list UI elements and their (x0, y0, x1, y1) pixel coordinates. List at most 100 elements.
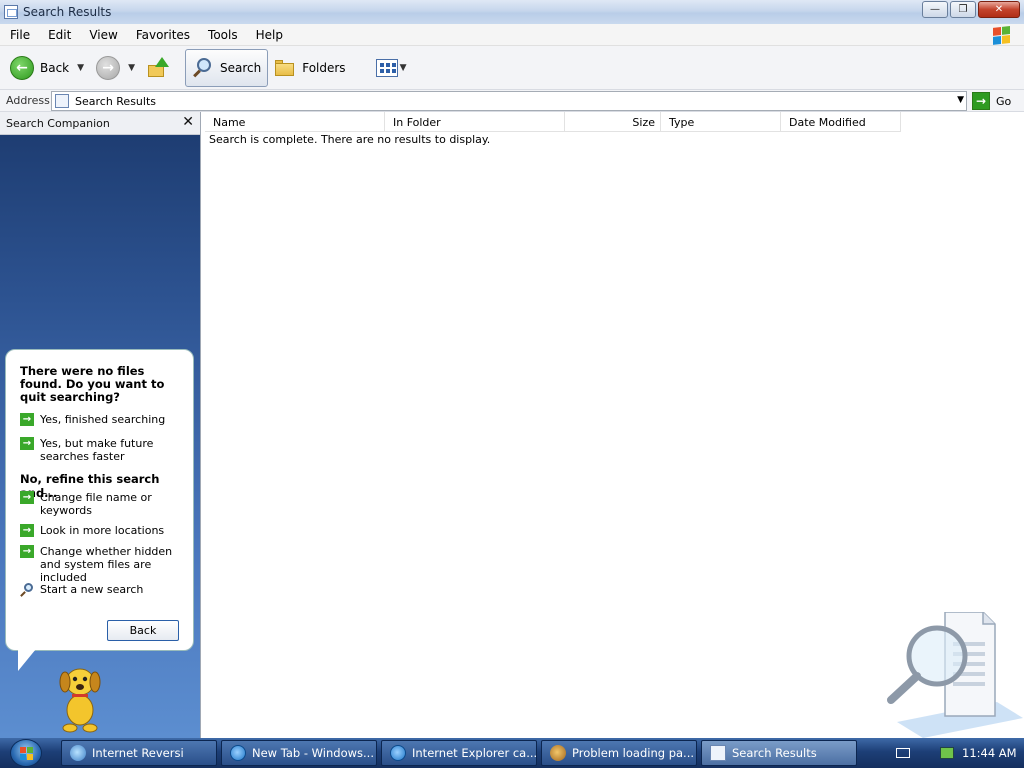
option-label: Change whether hidden and system files a… (40, 545, 173, 584)
green-arrow-icon: → (20, 491, 34, 504)
search-document-watermark-icon (887, 612, 1023, 738)
keyboard-icon[interactable] (896, 748, 910, 758)
firefox-icon (550, 745, 566, 761)
search-icon (192, 57, 214, 79)
menu-file[interactable]: File (0, 28, 38, 42)
speech-bubble: There were no files found. Do you want t… (5, 349, 194, 651)
option-hidden-system-files[interactable]: → Change whether hidden and system files… (20, 545, 190, 584)
search-companion-panel: Search Companion ✕ There were no files f… (0, 112, 200, 738)
close-button[interactable]: ✕ (978, 1, 1020, 18)
windows-logo-icon (986, 23, 1016, 46)
magnifier-icon (20, 583, 34, 597)
go-arrow-icon: → (972, 92, 990, 110)
search-label: Search (219, 60, 262, 75)
option-label: Look in more locations (40, 524, 165, 537)
minimize-button[interactable]: — (922, 1, 948, 18)
option-more-locations[interactable]: → Look in more locations (20, 524, 190, 537)
window-title: Search Results (23, 5, 112, 19)
menu-help[interactable]: Help (246, 28, 291, 42)
column-in-folder[interactable]: In Folder (385, 112, 565, 132)
back-label: Back (40, 60, 70, 75)
toolbar: ← Back ▼ → ▼ Search Folders ▼ (0, 46, 1024, 90)
green-arrow-icon: → (20, 437, 34, 450)
speech-bubble-tail (18, 649, 36, 671)
back-dropdown-icon[interactable]: ▼ (77, 63, 84, 73)
start-new-search-link[interactable]: Start a new search (20, 583, 190, 597)
forward-button[interactable]: → ▼ (92, 49, 139, 87)
no-results-message: Search is complete. There are no results… (209, 133, 491, 146)
search-companion-title: Search Companion (6, 116, 110, 130)
task-internet-explorer[interactable]: Internet Explorer ca... (381, 740, 537, 766)
up-folder-icon (147, 56, 169, 79)
results-pane: Name In Folder Size Type Date Modified S… (200, 112, 1024, 738)
views-dropdown-icon[interactable]: ▼ (400, 63, 407, 73)
option-label: Yes, finished searching (40, 413, 166, 426)
forward-dropdown-icon[interactable]: ▼ (128, 63, 135, 73)
search-companion-header: Search Companion ✕ (0, 112, 200, 135)
option-label: Change file name or keywords (40, 491, 152, 517)
ie-icon (230, 745, 246, 761)
task-internet-reversi[interactable]: Internet Reversi (61, 740, 217, 766)
explorer-icon (710, 745, 726, 761)
up-folder-button[interactable] (139, 49, 173, 87)
restore-button[interactable]: ❐ (950, 1, 976, 18)
forward-arrow-icon: → (96, 55, 121, 80)
address-bar: Address Search Results ▼ → Go (0, 90, 1024, 112)
task-new-tab[interactable]: New Tab - Windows... (221, 740, 377, 766)
address-dropdown-icon[interactable]: ▼ (957, 95, 964, 105)
option-faster-searches[interactable]: → Yes, but make future searches faster (20, 437, 190, 463)
no-files-message: There were no files found. Do you want t… (20, 364, 165, 404)
network-icon[interactable] (938, 745, 954, 761)
green-arrow-icon: → (20, 524, 34, 537)
menu-edit[interactable]: Edit (38, 28, 79, 42)
start-button[interactable] (10, 739, 42, 767)
back-button[interactable]: ← Back ▼ (6, 49, 88, 87)
task-label: Internet Explorer ca... (412, 746, 537, 760)
column-headers: Name In Folder Size Type Date Modified (205, 112, 901, 132)
task-label: Problem loading pa... (572, 746, 695, 760)
option-yes-finished[interactable]: → Yes, finished searching (20, 413, 190, 426)
views-icon (375, 58, 398, 77)
task-search-results[interactable]: Search Results (701, 740, 857, 766)
search-dog-icon[interactable] (50, 660, 110, 734)
clock[interactable]: 11:44 AM (962, 746, 1017, 760)
folders-button[interactable]: Folders (270, 49, 349, 87)
menu-bar: File Edit View Favorites Tools Help (0, 24, 1024, 46)
menu-favorites[interactable]: Favorites (126, 28, 198, 42)
column-name[interactable]: Name (205, 112, 385, 132)
green-arrow-icon: → (20, 545, 34, 558)
option-change-file-name[interactable]: → Change file name or keywords (20, 491, 190, 517)
search-results-icon (55, 94, 69, 108)
menu-view[interactable]: View (79, 28, 125, 42)
go-button[interactable]: → Go (972, 92, 1011, 110)
address-input[interactable]: Search Results ▼ (51, 91, 967, 111)
column-date-modified[interactable]: Date Modified (781, 112, 901, 132)
companion-back-button[interactable]: Back (107, 620, 179, 641)
go-label: Go (996, 94, 1012, 108)
address-label: Address (6, 94, 50, 107)
address-value: Search Results (75, 94, 157, 108)
search-window-icon (4, 5, 18, 19)
close-panel-icon[interactable]: ✕ (182, 114, 194, 130)
option-label: Start a new search (40, 583, 144, 596)
task-label: Internet Reversi (92, 746, 184, 760)
task-label: New Tab - Windows... (252, 746, 374, 760)
views-button[interactable]: ▼ (372, 49, 411, 87)
green-arrow-icon: → (20, 413, 34, 426)
task-label: Search Results (732, 746, 817, 760)
task-problem-loading[interactable]: Problem loading pa... (541, 740, 697, 766)
column-size[interactable]: Size (565, 112, 661, 132)
title-bar: Search Results — ❐ ✕ (0, 0, 1024, 24)
option-label: Yes, but make future searches faster (40, 437, 154, 463)
globe-icon (70, 745, 86, 761)
system-tray: 11:44 AM (884, 738, 1024, 768)
taskbar: Internet Reversi New Tab - Windows... In… (0, 738, 1024, 768)
column-type[interactable]: Type (661, 112, 781, 132)
folder-icon (274, 59, 296, 77)
back-arrow-icon: ← (10, 55, 34, 80)
window-controls: — ❐ ✕ (920, 1, 1020, 18)
menu-tools[interactable]: Tools (198, 28, 246, 42)
folders-label: Folders (302, 60, 346, 75)
search-button[interactable]: Search (184, 48, 269, 87)
ie-icon (390, 745, 406, 761)
